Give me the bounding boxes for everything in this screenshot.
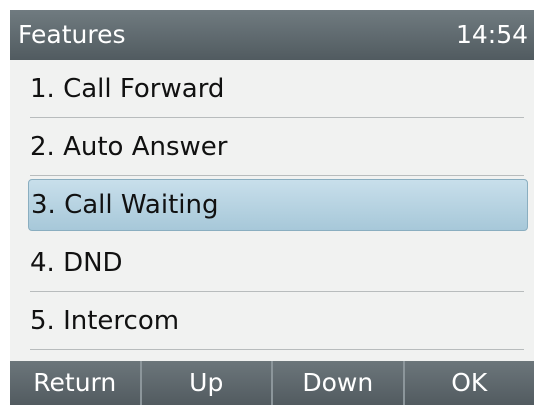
menu-item-label: 4. DND [30, 248, 123, 278]
up-button[interactable]: Up [141, 361, 273, 405]
phone-screen: Features 14:54 1. Call Forward 2. Auto A… [10, 10, 534, 405]
down-button[interactable]: Down [273, 361, 405, 405]
menu-item-auto-answer[interactable]: 2. Auto Answer [10, 118, 534, 176]
menu-item-call-forward[interactable]: 1. Call Forward [10, 60, 534, 118]
menu-item-label: 5. Intercom [30, 306, 180, 336]
menu-item-label: 2. Auto Answer [30, 132, 228, 162]
features-menu: 1. Call Forward 2. Auto Answer 3. Call W… [10, 60, 534, 350]
ok-button[interactable]: OK [404, 361, 534, 405]
menu-item-label: 1. Call Forward [30, 74, 225, 104]
softkey-bar: Return Up Down OK [10, 361, 534, 405]
menu-item-dnd[interactable]: 4. DND [10, 234, 534, 292]
title-bar: Features 14:54 [10, 10, 534, 60]
return-button[interactable]: Return [10, 361, 142, 405]
menu-item-call-waiting[interactable]: 3. Call Waiting [28, 179, 528, 231]
menu-item-label: 3. Call Waiting [31, 190, 219, 220]
menu-item-intercom[interactable]: 5. Intercom [10, 292, 534, 350]
page-title: Features [18, 20, 126, 49]
clock: 14:54 [455, 20, 528, 49]
